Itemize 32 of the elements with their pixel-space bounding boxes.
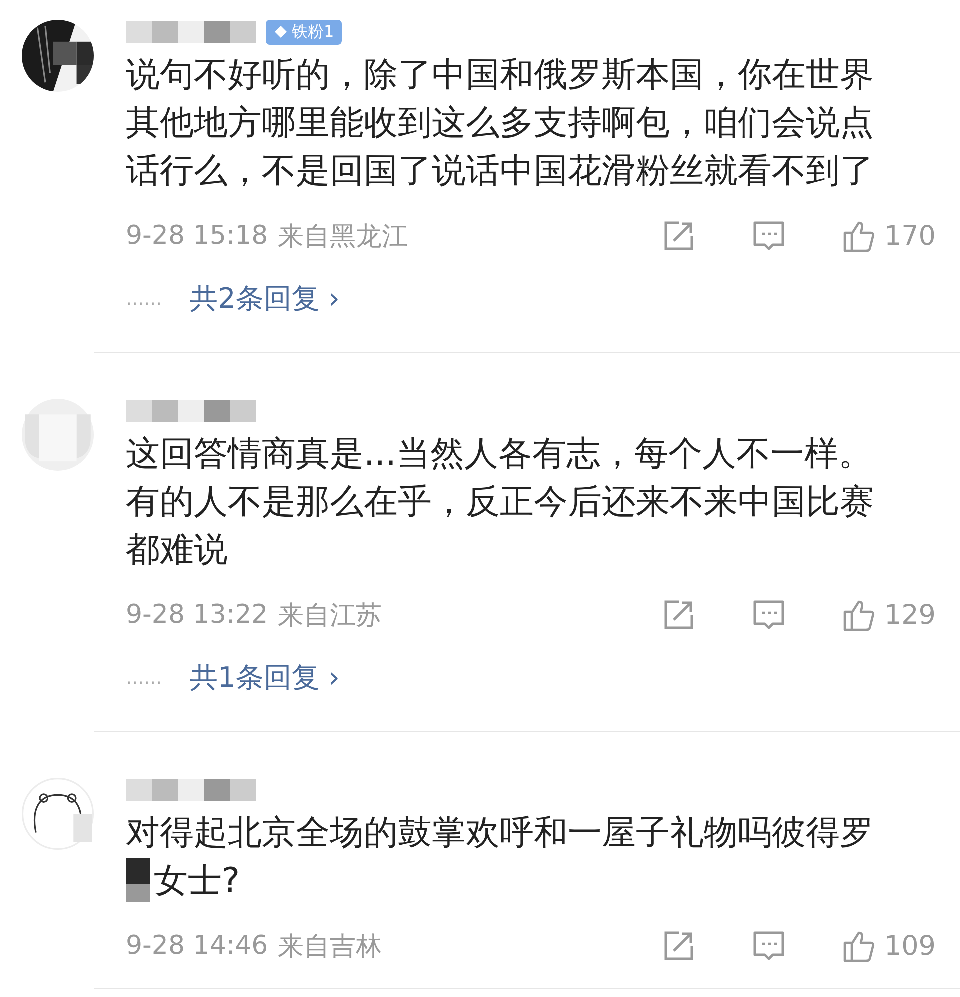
comment-text: 这回答情商真是...当然人各有志，每个人不一样。 (126, 433, 874, 476)
reply-dots: …… (126, 668, 162, 688)
fan-badge: 铁粉1 (266, 20, 342, 44)
comment-icon[interactable] (752, 598, 786, 632)
reply-dots: …… (126, 288, 162, 310)
like-count: 170 (884, 220, 936, 252)
comment-text: 对得起北京全场的鼓掌欢呼和一屋子礼物吗彼得罗 (126, 812, 875, 855)
view-replies-link[interactable]: 共2条回复 › (190, 280, 340, 318)
comment-text: 都难说 (126, 529, 229, 572)
comment-text: 其他地方哪里能收到这么多支持啊包，咱们会说点 (126, 102, 875, 145)
comment-icon[interactable] (752, 219, 786, 253)
comment-location: 来自吉林 (278, 930, 382, 964)
comment-text: 有的人不是那么在乎，反正今后还来不来中国比赛 (126, 481, 875, 524)
comment-location: 来自黑龙江 (278, 220, 408, 254)
comment-location: 来自江苏 (278, 600, 382, 632)
thumbs-up-icon[interactable] (842, 219, 876, 253)
like-count: 129 (884, 600, 936, 630)
comment-text: 女士? (154, 860, 240, 903)
share-icon[interactable] (662, 929, 696, 963)
share-icon[interactable] (662, 219, 696, 253)
comment-text: 说句不好听的，除了中国和俄罗斯本国，你在世界 (126, 54, 875, 97)
thumbs-up-icon[interactable] (842, 929, 876, 963)
comment-icon[interactable] (752, 929, 786, 963)
comment-time: 9-28 15:18 (126, 221, 268, 251)
comment-time: 9-28 14:46 (126, 931, 268, 961)
view-replies-link[interactable]: 共1条回复 › (190, 659, 340, 697)
comment-time: 9-28 13:22 (126, 600, 268, 630)
diamond-icon (274, 25, 288, 39)
comment-text: 话行么，不是回国了说话中国花滑粉丝就看不到了 (126, 150, 875, 193)
share-icon[interactable] (662, 598, 696, 632)
like-count: 109 (884, 930, 936, 962)
thumbs-up-icon[interactable] (842, 598, 876, 632)
